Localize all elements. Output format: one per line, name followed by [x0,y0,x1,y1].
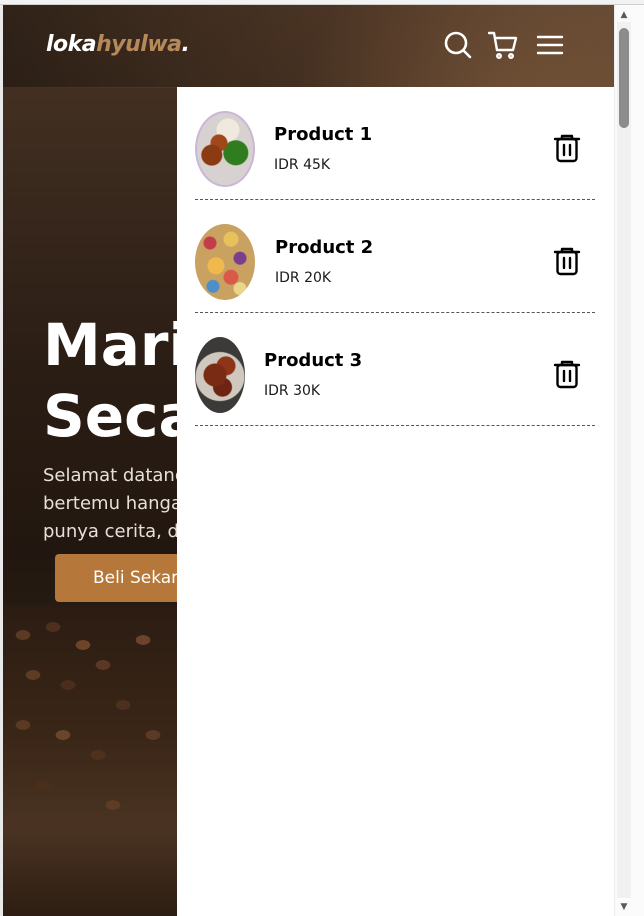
logo[interactable]: lokahyulwa. [46,32,190,57]
scrollbar-track[interactable] [617,22,631,898]
coffee-beans-image [3,605,193,916]
scroll-down-arrow-icon[interactable]: ▼ [617,900,631,914]
product-price: IDR 30K [264,383,321,399]
scroll-up-arrow-icon[interactable]: ▲ [617,8,631,22]
hero-title-line-2: Seca [43,382,198,450]
product-image [195,337,245,413]
cart-item: Product 3 IDR 30K [195,313,595,426]
cart-item: Product 2 IDR 20K [195,200,595,313]
trash-icon[interactable] [553,246,581,276]
trash-icon[interactable] [553,133,581,163]
shopping-cart-panel: Product 1 IDR 45K Product 2 IDR 20K Prod… [177,87,614,916]
product-name: Product 2 [275,237,374,258]
hero-title: Mari Seca [43,310,198,452]
hero-title-line-1: Mari [43,311,189,379]
product-name: Product 1 [274,124,373,145]
search-icon[interactable] [443,30,473,60]
cart-icon[interactable] [487,30,518,60]
product-price: IDR 20K [275,270,332,286]
logo-text-primary: loka [46,32,97,57]
logo-dot: . [181,32,190,57]
navbar: lokahyulwa. [3,5,614,88]
product-price: IDR 45K [274,157,331,173]
product-name: Product 3 [264,350,363,371]
trash-icon[interactable] [553,359,581,389]
cart-item: Product 1 IDR 45K [195,87,595,200]
scrollbar-thumb[interactable] [619,28,629,128]
product-image [195,111,255,187]
logo-text-accent: hyulwa [96,32,182,57]
product-image [195,224,255,300]
menu-icon[interactable] [535,30,565,60]
